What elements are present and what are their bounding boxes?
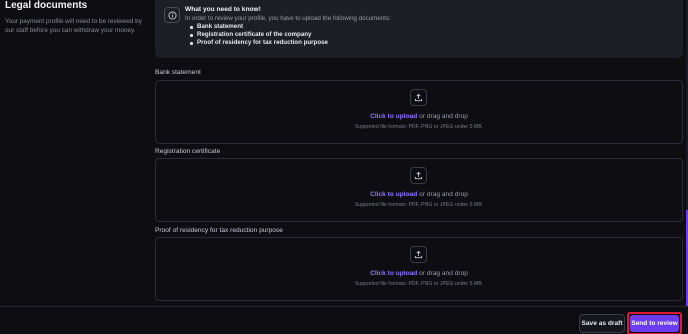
drag-drop-text: or drag and drop [417,191,468,198]
registration-certificate-label: Registration certificate [155,148,221,155]
section-title: Legal documents [5,0,88,11]
supported-formats-text: Supported file formats: PDF, PNG or JPEG… [354,281,484,287]
info-intro: In order to review your profile, you hav… [185,15,391,22]
upload-instructions: Click to upload or drag and drop [156,113,682,120]
upload-instructions: Click to upload or drag and drop [156,270,682,277]
click-to-upload-link[interactable]: Click to upload [370,113,417,120]
bank-statement-label: Bank statement [155,69,201,76]
save-as-draft-button[interactable]: Save as draft [579,314,625,333]
info-icon [164,7,180,23]
registration-certificate-dropzone[interactable]: Click to upload or drag and drop Support… [155,158,683,222]
upload-icon[interactable] [410,89,427,106]
bank-statement-dropzone[interactable]: Click to upload or drag and drop Support… [155,80,683,144]
section-header: Legal documents Your payment profile wil… [5,0,155,35]
info-callout: What you need to know! In order to revie… [155,0,683,58]
list-item: Proof of residency for tax reduction pur… [185,39,328,47]
click-to-upload-link[interactable]: Click to upload [370,270,417,277]
supported-formats-text: Supported file formats: PDF, PNG or JPEG… [354,124,484,130]
list-item: Registration certificate of the company [185,31,328,39]
section-description: Your payment profile will need to be rev… [5,18,142,34]
proof-of-residency-label: Proof of residency for tax reduction pur… [155,227,283,234]
drag-drop-text: or drag and drop [417,113,468,120]
upload-icon[interactable] [410,246,427,263]
click-to-upload-link[interactable]: Click to upload [370,191,417,198]
drag-drop-text: or drag and drop [417,270,468,277]
upload-icon[interactable] [410,167,427,184]
footer-bar: Save as draft Send to review [0,306,688,334]
list-item: Bank statement [185,23,328,31]
info-title: What you need to know! [185,6,261,13]
supported-formats-text: Supported file formats: PDF, PNG or JPEG… [354,202,484,208]
send-to-review-button[interactable]: Send to review [630,315,679,332]
upload-instructions: Click to upload or drag and drop [156,191,682,198]
legal-documents-page: Legal documents Your payment profile wil… [0,0,688,334]
required-documents-list: Bank statement Registration certificate … [185,23,328,47]
proof-of-residency-dropzone[interactable]: Click to upload or drag and drop Support… [155,237,683,301]
